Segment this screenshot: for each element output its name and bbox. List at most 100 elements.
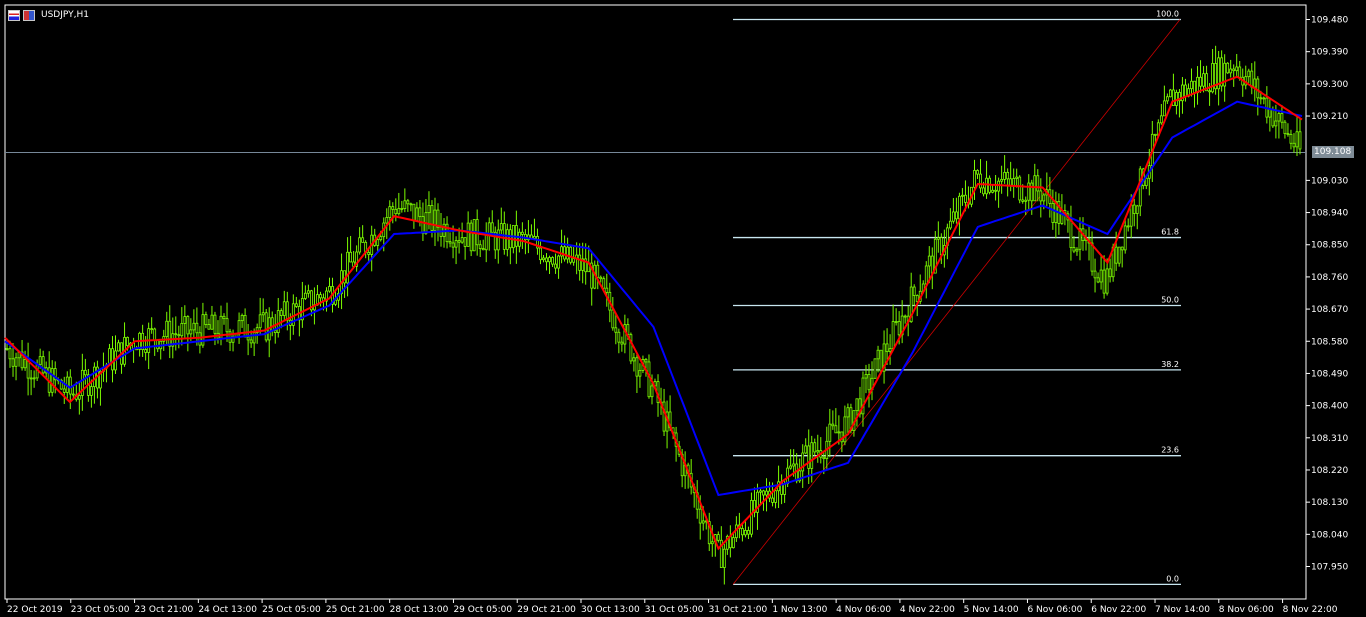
- candle-body: [864, 374, 868, 379]
- candle-body: [177, 334, 181, 337]
- candle-body: [207, 324, 211, 330]
- chart-window[interactable]: 109.480 109.390 109.300 109.210 109.030 108.9…: [0, 0, 1366, 617]
- candle-body: [710, 541, 714, 545]
- price-axis-label: 108.400: [1311, 402, 1348, 412]
- candle-body: [174, 333, 178, 336]
- candle-body: [1253, 78, 1257, 88]
- candle-body: [388, 206, 392, 218]
- candle-body: [650, 385, 654, 398]
- candle-body: [427, 205, 431, 214]
- candle-body: [403, 200, 407, 209]
- candle-body: [466, 222, 470, 247]
- candle-body: [563, 246, 566, 260]
- candle-body: [1105, 268, 1109, 294]
- candle-body: [50, 368, 54, 393]
- candle-body: [1009, 178, 1013, 186]
- candle-body: [62, 388, 66, 393]
- price-chart[interactable]: 109.480 109.390 109.300 109.210 109.030 108.9…: [0, 0, 1366, 617]
- price-axis-label: 108.130: [1311, 498, 1348, 508]
- price-axis-label: 108.310: [1311, 434, 1348, 444]
- fibonacci-retracement[interactable]: 100.0 61.8 50.0 38.2 23.6 0.0: [732, 10, 1181, 586]
- candle-body: [394, 208, 398, 215]
- candle-body: [258, 314, 262, 329]
- candle-body: [566, 246, 570, 260]
- candle-body: [180, 323, 184, 337]
- time-axis-label: 22 Oct 2019: [7, 605, 63, 615]
- candle-body: [1036, 175, 1040, 192]
- price-axis-label: 109.480: [1311, 16, 1348, 26]
- candle-body: [1060, 210, 1064, 224]
- candle-body: [879, 349, 883, 372]
- candle-body: [186, 316, 190, 335]
- candle-body: [744, 530, 747, 536]
- price-axis-label: 108.580: [1311, 337, 1348, 347]
- candlesticks: [5, 45, 1302, 585]
- candle-body: [741, 528, 744, 536]
- candle-body: [496, 229, 500, 251]
- candle-body: [635, 357, 639, 377]
- candle-body: [1165, 96, 1169, 102]
- candle-body: [1102, 269, 1106, 294]
- candle-body: [596, 264, 600, 278]
- chart-window-icon: [8, 9, 20, 21]
- time-axis: 22 Oct 2019 23 Oct 05:00 23 Oct 21:00 24 Oc…: [6, 599, 1338, 615]
- candle-body: [168, 320, 172, 347]
- candle-body: [813, 442, 817, 453]
- candle-body: [1283, 121, 1287, 135]
- price-axis-label: 108.940: [1311, 209, 1348, 219]
- candle-body: [1027, 182, 1031, 201]
- price-axis-label: 108.220: [1311, 466, 1348, 476]
- candle-body: [1051, 203, 1055, 223]
- candle-body: [982, 187, 985, 195]
- candle-body: [1199, 76, 1202, 87]
- candle-body: [409, 203, 413, 206]
- candle-body: [93, 366, 96, 387]
- candle-body: [457, 240, 461, 243]
- candle-body: [77, 395, 81, 400]
- chart-title-bar: USDJPY,H1: [8, 8, 89, 22]
- candle-body: [1232, 68, 1236, 72]
- candle-body: [406, 200, 410, 205]
- candle-body: [722, 548, 726, 568]
- candle-body: [68, 376, 72, 395]
- candle-body: [41, 356, 45, 374]
- candle-body: [617, 331, 621, 343]
- candle-body: [837, 431, 841, 434]
- price-axis-label: 109.390: [1311, 48, 1348, 58]
- candle-body: [716, 534, 720, 541]
- candle-body: [876, 349, 880, 360]
- candle-body: [183, 316, 187, 324]
- candle-body: [997, 180, 1001, 192]
- candle-body: [614, 327, 618, 333]
- candle-body: [484, 234, 488, 251]
- time-axis-label: 31 Oct 21:00: [709, 605, 768, 615]
- candle-body: [638, 370, 642, 377]
- candle-body: [897, 321, 901, 336]
- candle-body: [807, 445, 811, 469]
- candle-body: [927, 255, 931, 267]
- candle-body: [29, 377, 33, 380]
- candle-body: [469, 222, 473, 252]
- candle-body: [1039, 190, 1043, 202]
- candle-body: [421, 216, 425, 234]
- fibo-trend-line[interactable]: [732, 19, 1181, 585]
- symbol-label: USDJPY,H1: [41, 10, 89, 20]
- candle-body: [994, 189, 997, 192]
- candle-body: [144, 349, 148, 353]
- time-axis-label: 7 Nov 14:00: [1155, 605, 1210, 615]
- time-axis-label: 25 Oct 21:00: [326, 605, 385, 615]
- time-axis-label: 29 Oct 05:00: [453, 605, 512, 615]
- candle-body: [1190, 80, 1193, 90]
- candle-body: [1292, 142, 1296, 148]
- candle-body: [885, 343, 889, 353]
- price-axis-label: 108.040: [1311, 530, 1348, 540]
- candle-body: [759, 490, 762, 493]
- candle-body: [644, 359, 648, 363]
- candle-body: [1000, 179, 1004, 182]
- candle-body: [1184, 84, 1187, 97]
- candle-body: [542, 257, 545, 261]
- candle-body: [964, 194, 967, 203]
- candle-body: [822, 456, 826, 460]
- candle-body: [1021, 199, 1025, 202]
- candle-body: [481, 248, 485, 251]
